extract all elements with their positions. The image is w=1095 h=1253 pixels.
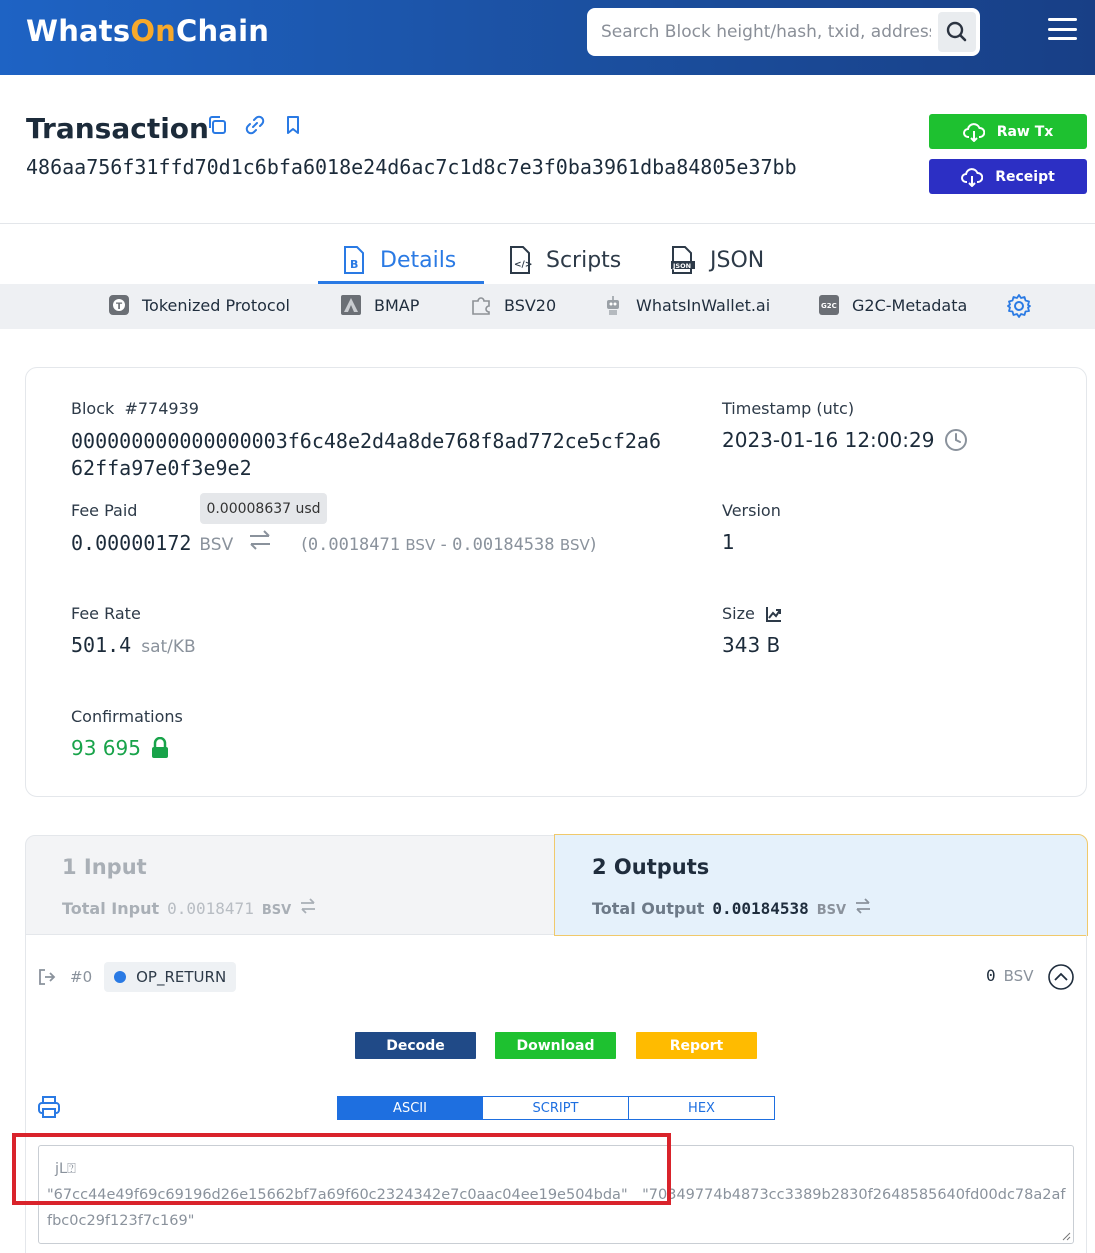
version-value: 1 <box>722 530 735 554</box>
plugin-tokenized[interactable]: T Tokenized Protocol <box>108 294 290 316</box>
svg-text:</>: </> <box>514 260 532 270</box>
plugin-label: Tokenized Protocol <box>142 295 290 315</box>
top-navbar: WhatsOnChain <box>0 0 1095 75</box>
swap-icon[interactable] <box>247 530 273 550</box>
search-button[interactable] <box>938 12 976 52</box>
plugin-g2c[interactable]: G2C G2C-Metadata <box>818 294 967 316</box>
highlight-annotation <box>12 1133 671 1205</box>
inputs-title: 1 Input <box>62 855 147 879</box>
tab-scripts[interactable]: </> Scripts <box>508 236 621 284</box>
plugin-label: WhatsInWallet.ai <box>636 295 771 315</box>
fee-amount[interactable]: 0.00000172 <box>71 531 191 555</box>
chevron-up-icon[interactable] <box>1048 964 1074 990</box>
outputs-tab[interactable]: 2 Outputs Total Output 0.00184538 BSV <box>554 834 1088 936</box>
format-hex[interactable]: HEX <box>629 1096 775 1120</box>
bitcoin-doc-icon: B <box>344 246 364 274</box>
timestamp-label: Timestamp (utc) <box>722 399 855 418</box>
json-doc-icon: JSON <box>671 246 695 274</box>
copy-icon[interactable] <box>206 114 228 136</box>
swap-icon[interactable] <box>299 898 317 914</box>
cloud-download-icon <box>962 122 985 142</box>
search-box <box>587 8 980 56</box>
tab-json[interactable]: JSON JSON <box>670 236 764 284</box>
tx-actions <box>206 114 304 136</box>
puzzle-icon <box>472 297 490 315</box>
g2c-icon: G2C <box>819 295 839 315</box>
tab-label: Details <box>380 247 457 273</box>
swap-icon[interactable] <box>854 898 872 914</box>
menu-icon[interactable] <box>1048 18 1077 40</box>
plugins-bar: T Tokenized Protocol BMAP BSV20 WhatsInW… <box>0 284 1095 329</box>
format-ascii[interactable]: ASCII <box>337 1096 483 1120</box>
size-label: Size <box>722 604 783 623</box>
output-row: #0 OP_RETURN <box>38 962 237 992</box>
plugin-whatsinwallet[interactable]: WhatsInWallet.ai <box>602 294 770 316</box>
timestamp-value: 2023-01-16 12:00:29 <box>722 428 968 452</box>
link-icon[interactable] <box>244 114 266 136</box>
clock-icon[interactable] <box>944 428 968 452</box>
version-label: Version <box>722 501 781 520</box>
svg-text:T: T <box>116 302 123 312</box>
print-icon[interactable] <box>37 1095 61 1119</box>
fee-calculation: (0.0018471 BSV - 0.00184538 BSV) <box>301 535 597 555</box>
plugin-label: G2C-Metadata <box>852 295 968 315</box>
total-input: Total Input 0.0018471 BSV <box>62 898 317 918</box>
report-button[interactable]: Report <box>636 1032 757 1059</box>
svg-text:G2C: G2C <box>821 302 837 310</box>
robot-icon <box>607 296 619 315</box>
page-title: Transaction <box>26 112 209 145</box>
tab-label: Scripts <box>546 247 622 273</box>
plugin-label: BSV20 <box>504 295 557 315</box>
tab-details[interactable]: B Details <box>342 236 456 284</box>
size-value: 343 B <box>722 633 781 657</box>
block-number[interactable]: #774939 <box>124 399 198 418</box>
confirmations-label: Confirmations <box>71 707 183 726</box>
exit-icon[interactable] <box>38 968 56 986</box>
fee-paid-value: 0.00000172 BSV (0.0018471 BSV - 0.001845… <box>71 530 596 555</box>
output-type-badge: OP_RETURN <box>104 962 237 992</box>
decode-button[interactable]: Decode <box>355 1032 476 1059</box>
raw-tx-label: Raw Tx <box>996 123 1054 140</box>
bookmark-icon[interactable] <box>282 114 304 136</box>
plugin-bmap[interactable]: BMAP <box>340 294 419 316</box>
outputs-title: 2 Outputs <box>592 855 710 879</box>
output-amount: 0 BSV <box>986 966 1034 985</box>
fee-rate-label: Fee Rate <box>71 604 141 623</box>
receipt-button[interactable]: Receipt <box>929 159 1087 194</box>
code-doc-icon: </> <box>510 246 532 274</box>
download-button[interactable]: Download <box>495 1032 616 1059</box>
inputs-tab[interactable]: 1 Input Total Input 0.0018471 BSV <box>25 835 555 935</box>
bmap-icon <box>341 295 361 315</box>
format-script[interactable]: SCRIPT <box>483 1096 629 1120</box>
search-input[interactable] <box>601 20 931 44</box>
lock-icon <box>151 737 168 758</box>
status-dot <box>114 971 127 983</box>
site-logo[interactable]: WhatsOnChain <box>26 14 269 48</box>
receipt-label: Receipt <box>995 168 1055 185</box>
tx-hash: 486aa756f31ffd70d1c6bfa6018e24d6ac7c1d8c… <box>26 155 797 179</box>
plugin-label: BMAP <box>374 295 420 315</box>
fee-rate-value: 501.4 sat/KB <box>71 633 196 657</box>
fee-unit: BSV <box>199 535 234 555</box>
raw-tx-button[interactable]: Raw Tx <box>929 114 1087 149</box>
plugin-bsv20[interactable]: BSV20 <box>470 294 556 316</box>
search-icon <box>946 21 967 42</box>
svg-text:JSON: JSON <box>672 262 691 270</box>
total-output: Total Output 0.00184538 BSV <box>592 898 872 918</box>
chart-icon[interactable] <box>765 605 783 623</box>
block-hash[interactable]: 000000000000000003f6c48e2d4a8de768f8ad77… <box>71 428 661 482</box>
block-label: Block #774939 <box>71 399 199 418</box>
svg-text:B: B <box>350 258 358 271</box>
resize-handle-icon[interactable] <box>1061 1231 1071 1241</box>
output-index: #0 <box>70 968 93 986</box>
fee-usd-tooltip: 0.00008637 usd <box>200 493 327 524</box>
tab-label: JSON <box>710 247 765 273</box>
confirmations-value: 93 695 <box>71 736 169 760</box>
tokenized-icon: T <box>109 295 129 315</box>
format-toggle: ASCII SCRIPT HEX <box>337 1096 775 1120</box>
gear-icon[interactable] <box>1006 293 1032 319</box>
cloud-download-icon <box>961 167 984 187</box>
fee-paid-label: Fee Paid <box>71 501 138 520</box>
divider <box>0 223 1095 224</box>
